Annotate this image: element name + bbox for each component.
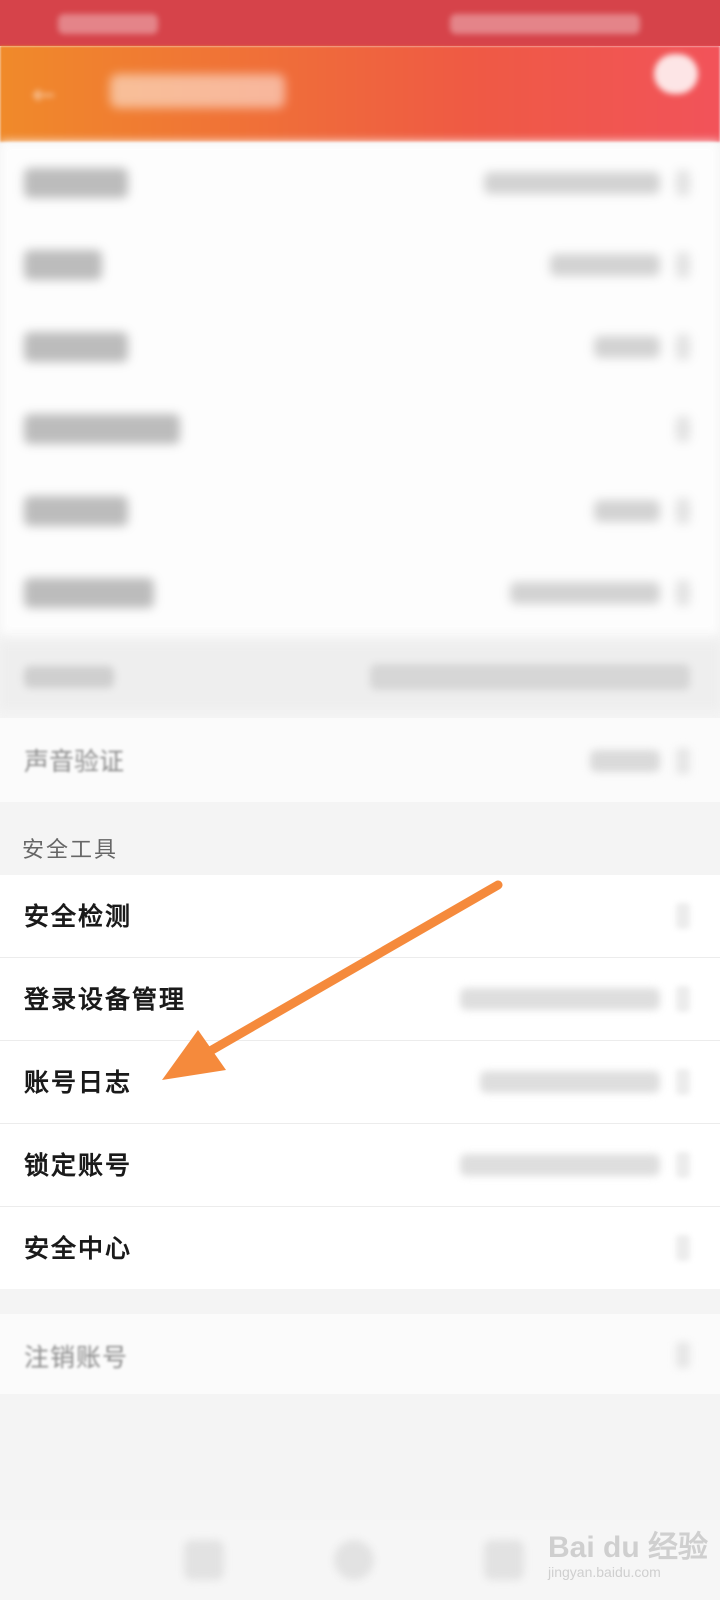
chevron-right-icon	[676, 986, 690, 1012]
cancel-account-label: 注销账号	[24, 1343, 129, 1372]
login-device-management-label: 登录设备管理	[24, 985, 187, 1014]
security-center-label: 安全中心	[24, 1234, 133, 1263]
voice-verify-row[interactable]: 声音验证	[0, 718, 720, 802]
chevron-right-icon	[676, 1235, 690, 1261]
row-value	[460, 1154, 660, 1176]
baidu-jingyan-watermark: Bai du 经验 jingyan.baidu.com	[548, 1531, 709, 1580]
chevron-right-icon	[676, 903, 690, 929]
nav-back-icon[interactable]	[184, 1540, 224, 1580]
login-device-management-row[interactable]: 登录设备管理	[0, 958, 720, 1041]
lock-account-label: 锁定账号	[24, 1151, 133, 1180]
lock-account-row[interactable]: 锁定账号	[0, 1124, 720, 1207]
voice-verify-label: 声音验证	[24, 747, 125, 776]
list-item[interactable]	[0, 552, 720, 634]
chevron-right-icon	[676, 748, 690, 774]
chat-bubble-icon[interactable]	[654, 54, 698, 94]
security-tools-list: 安全检测 登录设备管理 账号日志 锁定账号 安全中心	[0, 875, 720, 1289]
chevron-right-icon	[676, 1069, 690, 1095]
list-item[interactable]	[0, 306, 720, 388]
voice-verify-value	[590, 750, 660, 772]
status-bar	[0, 0, 720, 46]
app-bar: ←	[0, 46, 720, 142]
security-center-row[interactable]: 安全中心	[0, 1207, 720, 1289]
back-arrow-icon[interactable]: ←	[32, 78, 55, 111]
nav-home-icon[interactable]	[334, 1540, 374, 1580]
chevron-right-icon	[676, 1342, 690, 1368]
list-item[interactable]	[0, 388, 720, 470]
list-item[interactable]	[0, 142, 720, 224]
cancel-account-row[interactable]: 注销账号	[0, 1314, 720, 1394]
list-item[interactable]	[0, 224, 720, 306]
security-check-row[interactable]: 安全检测	[0, 875, 720, 958]
account-log-label: 账号日志	[24, 1068, 133, 1097]
section-title-security-tools: 安全工具	[22, 838, 119, 863]
page-title	[110, 74, 285, 108]
security-check-label: 安全检测	[24, 902, 133, 931]
chevron-right-icon	[676, 1152, 690, 1178]
row-value	[480, 1071, 660, 1093]
row-value	[460, 988, 660, 1010]
list-item[interactable]	[0, 470, 720, 552]
nav-recent-icon[interactable]	[484, 1540, 524, 1580]
list-item[interactable]	[0, 642, 720, 710]
account-log-row[interactable]: 账号日志	[0, 1041, 720, 1124]
account-info-list	[0, 142, 720, 634]
